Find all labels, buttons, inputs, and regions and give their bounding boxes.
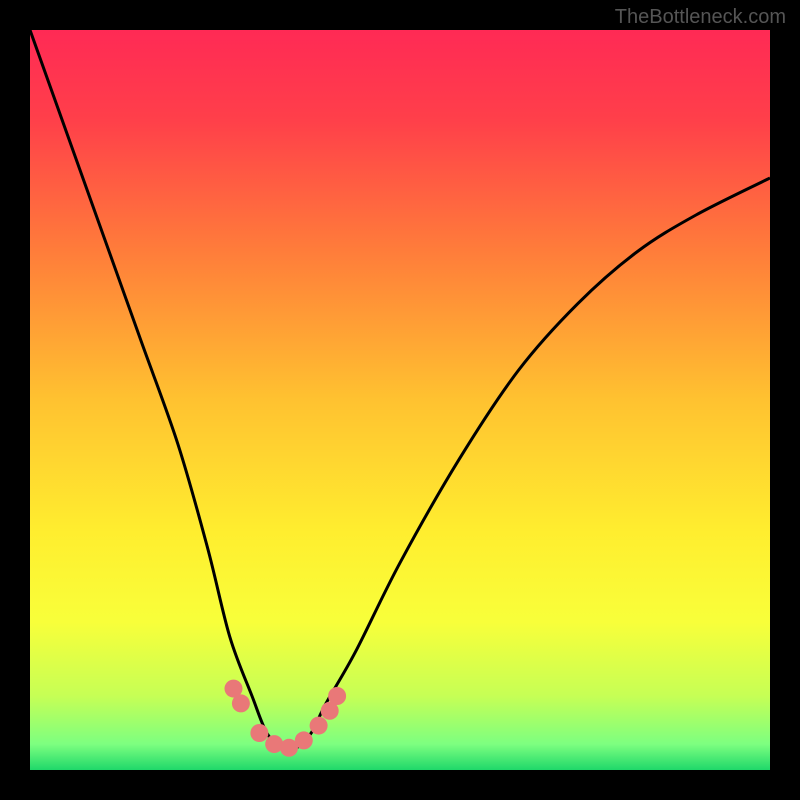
chart-svg (30, 30, 770, 770)
gradient-background (30, 30, 770, 770)
marker-dot (310, 717, 328, 735)
marker-dot (232, 694, 250, 712)
marker-dot (295, 731, 313, 749)
marker-dot (328, 687, 346, 705)
chart-frame: TheBottleneck.com (0, 0, 800, 800)
watermark-text: TheBottleneck.com (615, 6, 786, 29)
marker-dot (250, 724, 268, 742)
plot-area (30, 30, 770, 770)
